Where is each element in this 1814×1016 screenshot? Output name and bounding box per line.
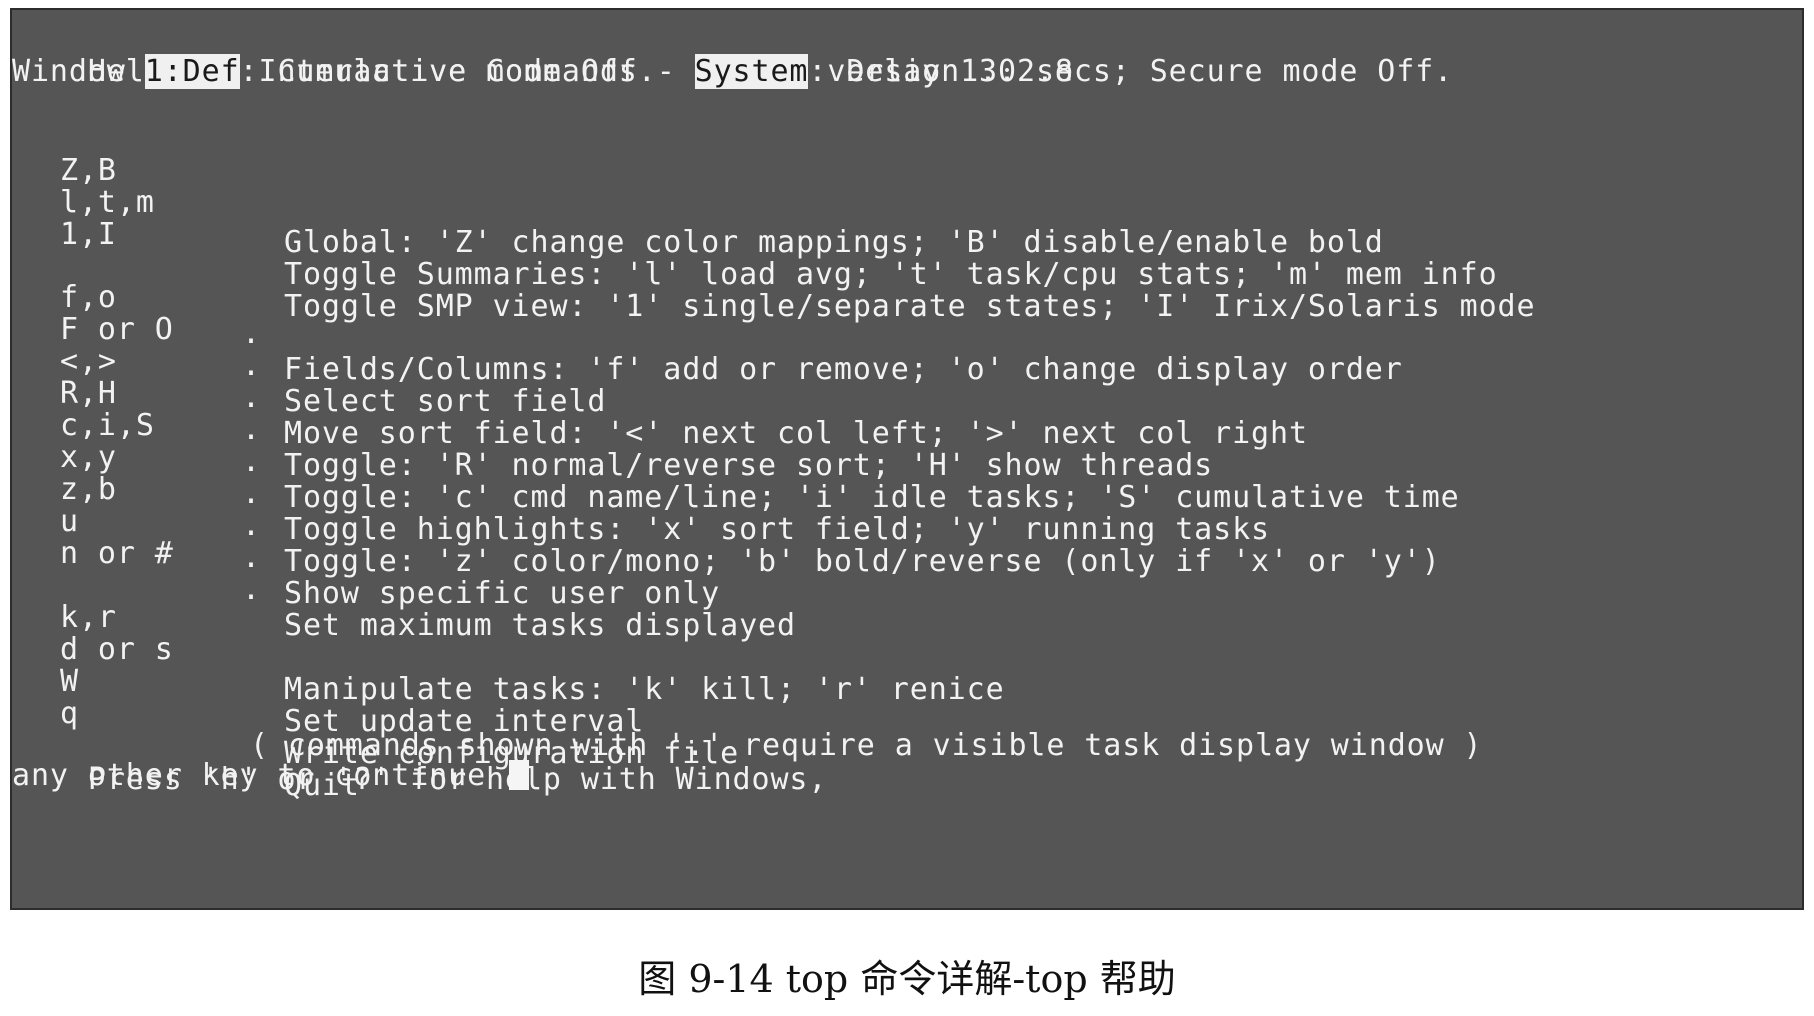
help-title: Help for Interactive Commands - procps v… [12,18,1074,89]
command-row: W Write configuration file [12,628,1802,771]
press-help-line: Press 'h' or '?' for help with Windows, [12,726,827,797]
terminal-cursor [509,760,529,790]
continue-prompt-text: any other key to continue [12,758,505,793]
command-row: Z,B Global: 'Z' change color mappings; '… [12,117,1802,260]
command-row: k,r Manipulate tasks: 'k' kill; 'r' reni… [12,564,1802,707]
command-row: q Quit [12,660,1802,803]
command-row: 1,I Toggle SMP view: '1' single/separate… [12,181,1802,324]
command-row: x,y . Toggle highlights: 'x' sort field;… [12,404,1802,547]
command-row: R,H . Toggle: 'R' normal/reverse sort; '… [12,340,1802,483]
command-row: f,o . Fields/Columns: 'f' add or remove;… [12,244,1802,387]
requirement-note: ( commands shown with '.' require a visi… [12,692,1802,763]
figure-caption: 图 9-14 top 命令详解-top 帮助 [638,957,1176,1001]
command-row: z,b . Toggle: 'z' color/mono; 'b' bold/r… [12,436,1802,579]
command-row: d or s Set update interval [12,596,1802,739]
command-row: n or # . Set maximum tasks displayed [12,500,1802,643]
system-status: : Delay 1.0 secs; Secure mode Off. [808,54,1454,89]
command-row: l,t,m Toggle Summaries: 'l' load avg; 't… [12,149,1802,292]
command-row: c,i,S . Toggle: 'c' cmd name/line; 'i' i… [12,372,1802,515]
window-status: : Cumulative mode Off. [239,54,695,89]
window-name-highlight: 1:Def [144,54,240,89]
window-status-line: Window 1:Def: Cumulative mode Off. Syste… [12,54,1453,90]
continue-prompt[interactable]: any other key to continue [12,758,529,794]
command-row: F or O . Select sort field [12,276,1802,419]
terminal-window[interactable]: Help for Interactive Commands - procps v… [10,8,1804,910]
command-row: u . Show specific user only [12,468,1802,611]
system-label-highlight: System [694,54,809,89]
command-row: <,> . Move sort field: '<' next col left… [12,308,1802,451]
window-prefix: Window [12,54,145,89]
